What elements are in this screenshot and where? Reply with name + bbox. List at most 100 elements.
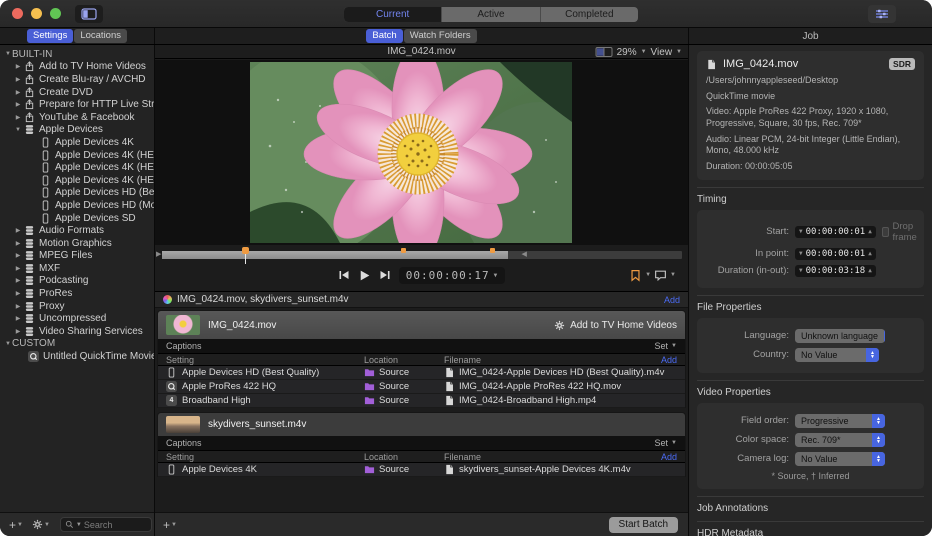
tree-group-mxf[interactable]: ▶ MXF <box>0 262 154 275</box>
tree-item-apple-devices-hd-most[interactable]: Apple Devices HD (Most… <box>0 199 154 212</box>
zoom-level-menu[interactable]: 29% <box>617 47 637 58</box>
file-properties-card: Language: Unknown language▲▼ Country: No… <box>697 317 924 373</box>
output-row[interactable]: Apple Devices HD (Best Quality) Source I… <box>158 366 685 380</box>
zoom-window-button[interactable] <box>50 8 61 19</box>
play-button[interactable] <box>358 269 371 282</box>
disclosure-triangle-icon[interactable]: ▶ <box>14 303 22 310</box>
tree-item-create-blu-ray[interactable]: ▶ Create Blu-ray / AVCHD <box>0 73 154 86</box>
duration-stepper[interactable]: ▼ 00:00:03:18 ▲ <box>795 264 876 277</box>
in-point-stepper[interactable]: ▼ 00:00:00:01 ▲ <box>795 247 876 260</box>
color-space-select[interactable]: Rec. 709* ▲ ▼ <box>795 432 885 447</box>
next-frame-button[interactable] <box>379 269 391 281</box>
search-field[interactable]: ▼ <box>59 517 152 532</box>
output-row[interactable]: Apple ProRes 422 HQ Source IMG_0424-Appl… <box>158 380 685 394</box>
country-select[interactable]: No Value ▲ ▼ <box>795 347 879 362</box>
job-inspector: IMG_0424.mov SDR /Users/johnnyappleseed/… <box>689 45 932 536</box>
minimize-window-button[interactable] <box>31 8 42 19</box>
tree-item-add-to-tv-home-videos[interactable]: ▶ Add to TV Home Videos <box>0 61 154 74</box>
tree-group-proxy[interactable]: ▶ Proxy <box>0 300 154 313</box>
disclosure-triangle-icon[interactable]: ▶ <box>14 252 22 259</box>
tree-item-untitled-quicktime-movie[interactable]: Untitled QuickTime Movie <box>0 350 154 363</box>
disclosure-triangle-icon[interactable]: ▶ <box>14 315 22 322</box>
tree-group-audio-formats[interactable]: ▶ Audio Formats <box>0 224 154 237</box>
disclosure-triangle-icon[interactable]: ▶ <box>14 101 22 108</box>
tab-completed[interactable]: Completed <box>541 7 638 22</box>
tree-item-prepare-http-live[interactable]: ▶Prepare for HTTP Live Strea… <box>0 98 154 111</box>
disclosure-triangle-icon[interactable]: ▶ <box>14 290 22 297</box>
job-row[interactable]: skydivers_sunset.m4v <box>158 413 685 436</box>
captions-bar: Captions Set ▼ <box>158 339 685 353</box>
captions-set-menu[interactable]: Set ▼ <box>655 438 677 448</box>
search-input[interactable] <box>83 519 139 530</box>
timeline-marker-icon[interactable] <box>401 248 407 253</box>
tree-group-apple-devices[interactable]: ▼ Apple Devices <box>0 124 154 137</box>
disclosure-triangle-icon[interactable]: ▶ <box>14 265 22 272</box>
add-output-link[interactable]: Add <box>661 355 677 365</box>
language-select[interactable]: Unknown language▲▼ <box>795 328 885 343</box>
captions-set-menu[interactable]: Set ▼ <box>655 341 677 351</box>
disclosure-triangle-icon[interactable]: ▶ <box>14 63 22 70</box>
add-job-button[interactable]: + ▼ <box>163 518 177 532</box>
disclosure-triangle-icon[interactable]: ▶ <box>14 89 22 96</box>
tree-section-built-in[interactable]: ▼ BUILT-IN <box>0 48 154 61</box>
caption-bubble-icon[interactable] <box>654 269 667 282</box>
disclosure-triangle-icon[interactable]: ▶ <box>14 76 22 83</box>
camera-log-select[interactable]: No Value ▲ ▼ <box>795 451 885 466</box>
timeline-scrubber[interactable]: ▶ ◀ <box>155 247 688 264</box>
disclosure-triangle-icon[interactable]: ▶ <box>14 114 22 121</box>
tab-current[interactable]: Current <box>344 7 443 22</box>
add-setting-button[interactable]: + ▼ <box>9 518 23 532</box>
disclosure-triangle-icon[interactable]: ▶ <box>14 277 22 284</box>
tree-group-motion-graphics[interactable]: ▶ Motion Graphics <box>0 237 154 250</box>
job-row-selected[interactable]: IMG_0424.mov Add to TV Home Videos <box>158 311 685 339</box>
tab-locations[interactable]: Locations <box>74 29 127 43</box>
start-batch-button[interactable]: Start Batch <box>608 516 678 533</box>
inspector-toggle-button[interactable] <box>868 5 896 23</box>
job-action-menu[interactable]: Add to TV Home Videos <box>554 320 677 331</box>
tree-group-uncompressed[interactable]: ▶ Uncompressed <box>0 312 154 325</box>
tree-item-apple-devices-hd-best[interactable]: Apple Devices HD (Best… <box>0 187 154 200</box>
timecode-display[interactable]: 00:00:00:17 ▼ <box>398 266 506 284</box>
disclosure-triangle-icon[interactable]: ▼ <box>4 341 12 347</box>
tab-active[interactable]: Active <box>442 7 541 22</box>
tab-settings[interactable]: Settings <box>27 29 74 43</box>
add-output-link[interactable]: Add <box>661 452 677 462</box>
field-order-select[interactable]: Progressive ▲ ▼ <box>795 413 885 428</box>
disclosure-triangle-icon[interactable]: ▶ <box>14 328 22 335</box>
tree-item-apple-devices-sd[interactable]: Apple Devices SD <box>0 212 154 225</box>
timeline-marker-icon[interactable] <box>489 248 495 253</box>
output-row[interactable]: Apple Devices 4K Source skydivers_sunset… <box>158 463 685 477</box>
sidebar-toggle-button[interactable] <box>75 4 103 23</box>
chevron-down-icon: ▼ <box>640 49 647 55</box>
add-job-link[interactable]: Add <box>664 295 680 305</box>
close-window-button[interactable] <box>12 8 23 19</box>
tree-item-apple-devices-4k-hevc-1[interactable]: Apple Devices 4K (HEVC… <box>0 149 154 162</box>
start-timecode-stepper[interactable]: ▼ 00:00:00:01 ▲ <box>795 225 876 238</box>
disclosure-triangle-icon[interactable]: ▼ <box>14 127 22 133</box>
output-row[interactable]: 4 Broadband High Source IMG_0424-Broadban… <box>158 394 685 408</box>
marker-bookmark-icon[interactable] <box>629 269 642 282</box>
tree-item-apple-devices-4k-hevc-2[interactable]: Apple Devices 4K (HEVC… <box>0 161 154 174</box>
drop-frame-checkbox[interactable] <box>881 226 889 237</box>
file-properties-heading: File Properties <box>697 294 924 313</box>
tree-group-prores[interactable]: ▶ ProRes <box>0 287 154 300</box>
tree-section-custom[interactable]: ▼ CUSTOM <box>0 338 154 351</box>
video-preview-area[interactable] <box>155 60 688 245</box>
tree-item-create-dvd[interactable]: ▶ Create DVD <box>0 86 154 99</box>
tree-group-mpeg-files[interactable]: ▶ MPEG Files <box>0 250 154 263</box>
tab-watch-folders[interactable]: Watch Folders <box>403 29 477 43</box>
tab-batch[interactable]: Batch <box>366 29 403 43</box>
disclosure-triangle-icon[interactable]: ▶ <box>14 227 22 234</box>
tree-item-apple-devices-4k[interactable]: Apple Devices 4K <box>0 136 154 149</box>
tree-item-apple-devices-4k-hevc-3[interactable]: Apple Devices 4K (HEVC… <box>0 174 154 187</box>
disclosure-triangle-icon[interactable]: ▼ <box>4 51 12 57</box>
action-menu-button[interactable]: ▼ <box>32 519 50 530</box>
view-menu[interactable]: View <box>651 47 673 58</box>
source-audio-info: Audio: Linear PCM, 24-bit Integer (Littl… <box>706 133 901 156</box>
previous-frame-button[interactable] <box>338 269 350 281</box>
tree-group-podcasting[interactable]: ▶ Podcasting <box>0 275 154 288</box>
disclosure-triangle-icon[interactable]: ▶ <box>14 240 22 247</box>
tree-group-video-sharing-services[interactable]: ▶ Video Sharing Services <box>0 325 154 338</box>
split-view-icon[interactable] <box>595 46 613 58</box>
tree-item-youtube-facebook[interactable]: ▶ YouTube & Facebook <box>0 111 154 124</box>
